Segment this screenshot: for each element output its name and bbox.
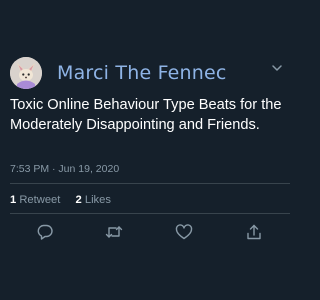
tweet-text: Toxic Online Behaviour Type Beats for th… (10, 97, 282, 133)
avatar[interactable] (10, 57, 42, 89)
retweets-label: Retweet (19, 194, 61, 206)
tweet-timestamp[interactable]: 7:53 PM · Jun 19, 2020 (10, 162, 119, 176)
divider (10, 213, 290, 214)
likes-label: Likes (84, 194, 111, 206)
share-icon[interactable] (244, 222, 264, 242)
tweet-header: Marci The Fennec (10, 57, 290, 93)
display-name[interactable]: Marci The Fennec (57, 61, 227, 85)
tweet-card: Marci The Fennec Toxic Online Behaviour … (0, 0, 300, 300)
reply-icon[interactable] (35, 222, 55, 242)
divider (10, 183, 290, 184)
likes-count: 2 (75, 194, 82, 206)
likes-stat[interactable]: 2 Likes (76, 193, 111, 207)
retweets-count: 1 (10, 194, 17, 206)
heart-icon[interactable] (174, 222, 194, 242)
tweet-stats: 1 Retweet 2 Likes (10, 193, 123, 207)
fennec-avatar-image (10, 57, 42, 89)
chevron-down-icon[interactable] (270, 61, 284, 75)
retweet-icon[interactable] (104, 222, 124, 242)
retweets-stat[interactable]: 1 Retweet (10, 193, 60, 207)
tweet-actions (0, 222, 300, 244)
